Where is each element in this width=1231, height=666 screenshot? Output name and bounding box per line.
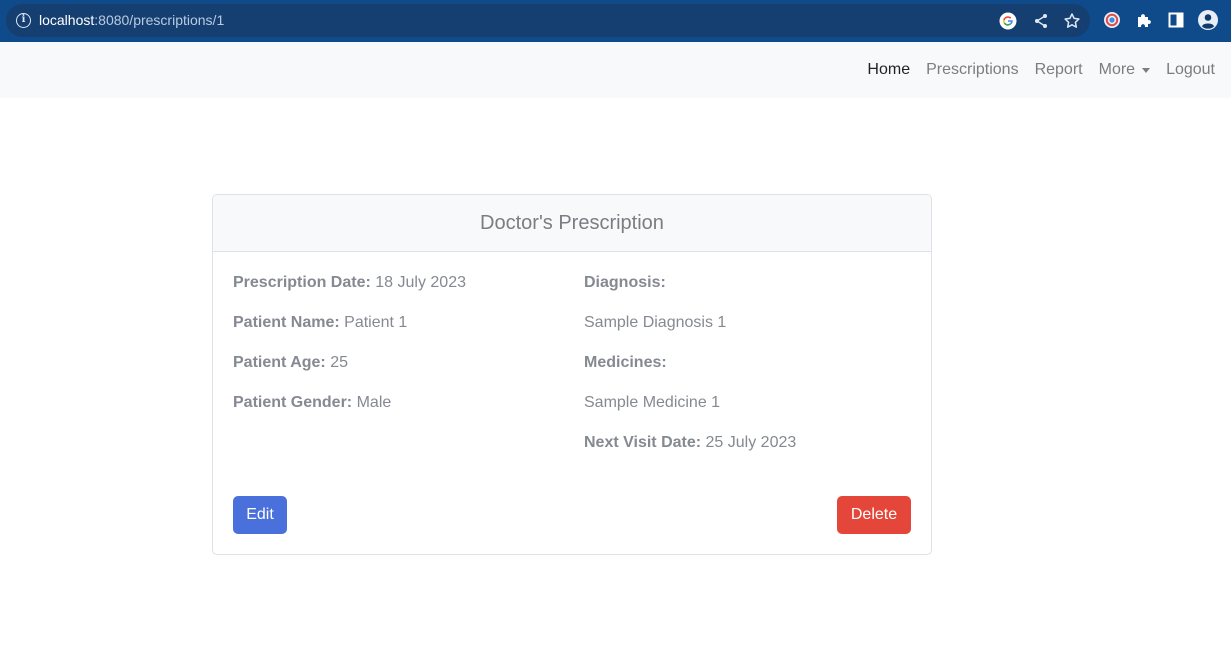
address-url[interactable]: localhost:8080/prescriptions/1 (39, 12, 224, 28)
patient-age-field: Patient Age: 25 (233, 354, 348, 372)
nav-item-logout[interactable]: Logout (1158, 61, 1223, 79)
nav-item-home[interactable]: Home (859, 61, 918, 79)
nav-item-prescriptions[interactable]: Prescriptions (918, 61, 1026, 79)
info-icon[interactable]: i (16, 13, 31, 28)
diagnosis-field: Diagnosis: (584, 274, 666, 292)
patient-name-field: Patient Name: Patient 1 (233, 314, 407, 332)
patient-gender-label: Patient Gender: (233, 394, 353, 411)
prescription-date-label: Prescription Date: (233, 274, 371, 291)
prescription-date-field: Prescription Date: 18 July 2023 (233, 274, 466, 292)
url-path: :8080/prescriptions/1 (94, 12, 225, 28)
puzzle-icon[interactable] (1135, 11, 1153, 29)
patient-name-label: Patient Name: (233, 314, 340, 331)
patient-gender-value: Male (356, 394, 392, 411)
edit-button[interactable]: Edit (233, 496, 287, 534)
patient-age-label: Patient Age: (233, 354, 326, 371)
profile-icon[interactable] (1198, 10, 1218, 30)
diagnosis-value: Sample Diagnosis 1 (584, 314, 727, 331)
medicines-label: Medicines: (584, 354, 667, 371)
diagnosis-label: Diagnosis: (584, 274, 666, 291)
patient-age-value: 25 (330, 354, 348, 371)
side-panel-icon[interactable] (1167, 11, 1185, 29)
extension-color-icon[interactable] (1103, 11, 1121, 29)
patient-gender-field: Patient Gender: Male (233, 394, 391, 412)
google-icon[interactable] (999, 12, 1017, 30)
browser-toolbar: i localhost:8080/prescriptions/1 (0, 0, 1231, 42)
card-header: Doctor's Prescription (213, 195, 931, 252)
share-icon[interactable] (1032, 12, 1050, 30)
caret-down-icon (1142, 67, 1151, 73)
card-title: Doctor's Prescription (480, 211, 664, 234)
nav-item-more-label: More (1098, 61, 1136, 78)
next-visit-date-label: Next Visit Date: (584, 434, 702, 451)
nav-links: Home Prescriptions Report More Logout (859, 42, 1223, 98)
medicines-value: Sample Medicine 1 (584, 394, 721, 411)
next-visit-date-value: 25 July 2023 (705, 434, 797, 451)
prescription-card: Doctor's Prescription Prescription Date:… (212, 194, 932, 555)
nav-item-report[interactable]: Report (1027, 61, 1091, 79)
bookmark-star-icon[interactable] (1063, 12, 1081, 30)
address-bar[interactable]: i localhost:8080/prescriptions/1 (6, 4, 1090, 37)
patient-name-value: Patient 1 (344, 314, 408, 331)
medicines-field: Medicines: (584, 354, 667, 372)
app-navbar: Home Prescriptions Report More Logout (0, 42, 1231, 98)
prescription-date-value: 18 July 2023 (375, 274, 466, 291)
next-visit-date-field: Next Visit Date: 25 July 2023 (584, 434, 796, 452)
url-host: localhost (39, 12, 95, 28)
delete-button[interactable]: Delete (837, 496, 911, 534)
nav-item-more-dropdown[interactable]: More (1091, 61, 1158, 79)
